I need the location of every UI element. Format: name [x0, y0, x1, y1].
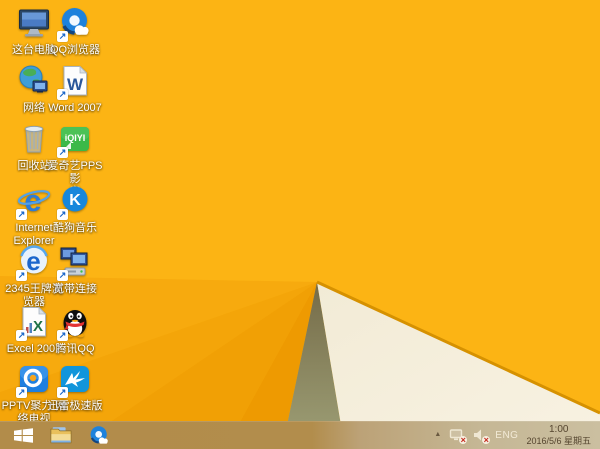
desktop-icon-tencent-qq[interactable]: ↗ 腾讯QQ — [42, 305, 108, 356]
language-indicator[interactable]: ENG — [495, 430, 518, 441]
iqiyi-icon: iQIYI ↗ — [57, 122, 93, 158]
qq-penguin-icon: ↗ — [57, 305, 93, 341]
system-tray: ▲ × × ENG 1:00 2016/5/6 星期五 — [434, 424, 600, 447]
shortcut-arrow-icon: ↗ — [57, 31, 68, 42]
clock-date: 2016/5/6 星期五 — [526, 436, 591, 447]
desktop-icon-label: QQ浏览器 — [49, 44, 101, 56]
volume-button[interactable]: × — [472, 428, 491, 446]
shortcut-arrow-icon: ↗ — [57, 209, 68, 220]
desktop-icon-label: Word 2007 — [48, 102, 102, 114]
taskbar-clock[interactable]: 1:00 2016/5/6 星期五 — [526, 424, 593, 447]
kugou-icon: K ↗ — [57, 184, 93, 220]
word-icon: W ↗ — [57, 64, 93, 100]
file-explorer-icon — [50, 427, 72, 444]
shortcut-arrow-icon: ↗ — [57, 270, 68, 281]
qq-browser-taskbar-button[interactable] — [86, 423, 112, 449]
desktop-icon-label: 腾讯QQ — [55, 343, 95, 355]
svg-text:W: W — [67, 75, 84, 94]
shortcut-arrow-icon: ↗ — [16, 330, 27, 341]
shortcut-arrow-icon: ↗ — [57, 330, 68, 341]
broadband-connection-icon: ↗ — [57, 245, 93, 281]
desktop-icon-word-2007[interactable]: W ↗ Word 2007 — [42, 64, 108, 115]
shortcut-arrow-icon: ↗ — [16, 209, 27, 220]
desktop-icon-label: 迅雷极速版 — [47, 400, 103, 412]
clock-time: 1:00 — [548, 424, 569, 436]
shortcut-arrow-icon: ↗ — [57, 89, 68, 100]
qq-browser-icon: ↗ — [57, 6, 93, 42]
volume-error-badge: × — [482, 435, 491, 446]
desktop-icon-kugou[interactable]: K ↗ 酷狗音乐 — [42, 184, 108, 235]
network-status-button[interactable]: × — [449, 428, 468, 446]
desktop-icon-broadband[interactable]: ↗ 宽带连接 — [42, 245, 108, 296]
show-hidden-icons-button[interactable]: ▲ — [434, 430, 441, 440]
qq-browser-icon — [90, 425, 108, 444]
shortcut-arrow-icon: ↗ — [57, 387, 68, 398]
desktop-icon-thunder[interactable]: ↗ 迅雷极速版 — [42, 362, 108, 413]
taskbar-left — [0, 423, 112, 449]
file-explorer-button[interactable] — [48, 423, 74, 449]
desktop-icon-label: 酷狗音乐 — [53, 222, 97, 234]
svg-text:e: e — [26, 246, 40, 276]
thunder-bird-icon: ↗ — [57, 362, 93, 398]
windows-logo-icon — [13, 428, 33, 443]
shortcut-arrow-icon: ↗ — [16, 270, 27, 281]
desktop: 这台电脑 ↗ QQ浏览器 网络 W ↗ Word 2007 回收站 iQIYI … — [0, 0, 600, 449]
shortcut-arrow-icon: ↗ — [16, 387, 27, 398]
network-error-badge: × — [459, 435, 468, 446]
svg-text:iQIYI: iQIYI — [65, 133, 86, 143]
desktop-icon-qq-browser[interactable]: ↗ QQ浏览器 — [42, 6, 108, 57]
shortcut-arrow-icon: ↗ — [57, 147, 68, 158]
start-button[interactable] — [10, 423, 36, 449]
taskbar: ▲ × × ENG 1:00 2016/5/6 星期五 — [0, 421, 600, 449]
svg-text:K: K — [69, 192, 81, 209]
desktop-icon-label: 宽带连接 — [53, 283, 97, 295]
